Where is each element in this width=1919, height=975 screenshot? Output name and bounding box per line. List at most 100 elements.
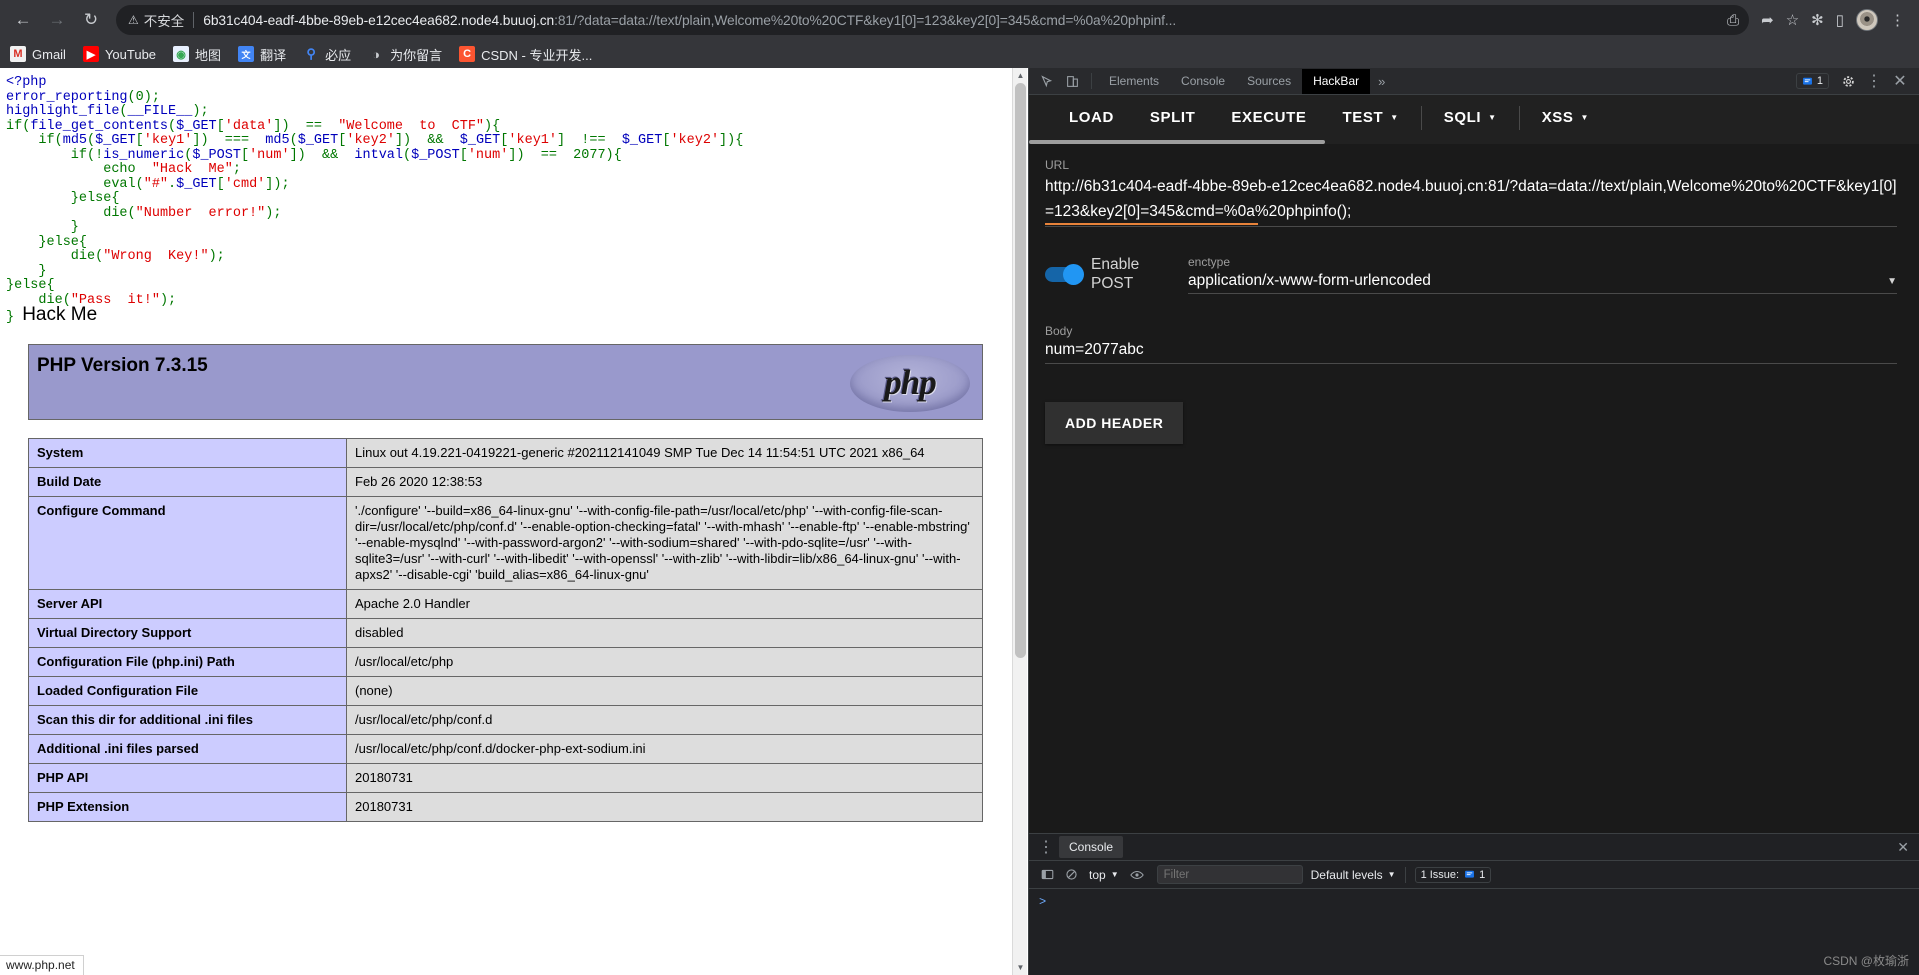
php-token: $_GET	[176, 118, 217, 134]
three-dot-menu-icon[interactable]: ⋮	[1033, 835, 1059, 859]
php-token: ]) == 2077){	[508, 147, 622, 163]
hackbar-test-button[interactable]: TEST ▼	[1324, 95, 1416, 140]
clear-console-icon[interactable]	[1059, 864, 1083, 886]
php-source-line: die("Pass it!");	[6, 293, 1012, 309]
share-icon[interactable]: ➦	[1761, 11, 1774, 29]
bookmark-bing[interactable]: ⚲ 必应	[303, 45, 351, 64]
php-token: is_numeric	[103, 147, 185, 163]
scrollbar-thumb[interactable]	[1015, 83, 1026, 658]
hackbar-split-button[interactable]: SPLIT	[1132, 95, 1214, 140]
gear-icon[interactable]	[1835, 69, 1861, 93]
add-header-button[interactable]: ADD HEADER	[1045, 402, 1184, 444]
table-row: PHP API 20180731	[28, 762, 983, 793]
chevron-down-icon: ▼	[1488, 113, 1497, 122]
hackbar-execute-button[interactable]: EXECUTE	[1213, 95, 1324, 140]
php-token: (	[403, 147, 412, 163]
chevron-down-icon: ▼	[1387, 870, 1396, 879]
bookmark-label: YouTube	[104, 46, 157, 62]
phpinfo-value: './configure' '--build=x86_64-linux-gnu'…	[346, 495, 983, 590]
tab-elements[interactable]: Elements	[1098, 69, 1170, 94]
php-token: "Hack Me"	[151, 162, 233, 177]
phpinfo-key: Additional .ini files parsed	[28, 733, 347, 764]
php-version-title: PHP Version 7.3.15	[37, 354, 208, 376]
status-bubble: www.php.net	[0, 955, 84, 975]
omnibox-divider	[193, 12, 195, 28]
php-token: ])	[394, 133, 428, 148]
phpinfo-value: 20180731	[346, 762, 983, 793]
php-echo-output: Hack Me	[22, 304, 98, 325]
star-icon[interactable]: ☆	[1786, 11, 1799, 29]
enable-post-toggle[interactable]: Enable POST	[1045, 255, 1180, 293]
page-scrollbar[interactable]: ▲ ▼	[1012, 68, 1027, 975]
puzzle-piece-icon[interactable]: ✻	[1811, 11, 1824, 29]
issues-chip[interactable]: 1	[1795, 73, 1829, 89]
phpinfo-value: Linux out 4.19.221-0419221-generic #2021…	[346, 437, 983, 468]
bookmark-gmail[interactable]: M Gmail	[10, 46, 66, 62]
hackbar-xss-button[interactable]: XSS ▼	[1524, 95, 1607, 140]
address-bar[interactable]: ⚠ 不安全 6b31c404-eadf-4bbe-89eb-e12cec4ea6…	[116, 5, 1750, 35]
php-token: 'data'	[224, 118, 274, 134]
bookmark-csdn[interactable]: C CSDN - 专业开发...	[459, 45, 592, 64]
three-dot-menu-icon[interactable]: ⋮	[1861, 69, 1887, 93]
php-token: $_POST	[192, 147, 241, 163]
php-token: $_GET	[459, 133, 501, 148]
live-expression-icon[interactable]	[1125, 864, 1149, 886]
device-toolbar-icon[interactable]	[1059, 69, 1085, 93]
scroll-down-arrow-icon[interactable]: ▼	[1013, 960, 1028, 975]
execution-context-selector[interactable]: top ▼	[1083, 868, 1125, 882]
php-token: (	[87, 133, 96, 148]
chevron-double-right-icon[interactable]: »	[1370, 74, 1393, 89]
php-token: }	[6, 310, 23, 325]
drawer-tab-console[interactable]: Console	[1059, 836, 1124, 858]
forward-arrow-icon[interactable]: →	[42, 5, 72, 35]
scroll-up-arrow-icon[interactable]: ▲	[1013, 68, 1028, 83]
three-dot-menu-icon[interactable]: ⋮	[1890, 11, 1905, 29]
hackbar-load-button[interactable]: LOAD	[1051, 95, 1132, 140]
console-sidebar-icon[interactable]	[1035, 864, 1059, 886]
body-field: Body num=2077abc	[1045, 324, 1897, 364]
table-row: Server API Apache 2.0 Handler	[28, 588, 983, 619]
button-label: LOAD	[1069, 109, 1114, 126]
php-token: &&	[321, 147, 339, 163]
side-panel-icon[interactable]: ▯	[1836, 11, 1844, 29]
table-row: Loaded Configuration File (none)	[28, 675, 983, 706]
log-levels-selector[interactable]: Default levels ▼	[1311, 868, 1396, 882]
body-input[interactable]: num=2077abc	[1045, 341, 1897, 364]
url-input[interactable]: http://6b31c404-eadf-4bbe-89eb-e12cec4ea…	[1045, 175, 1897, 227]
enctype-selected-value: application/x-www-form-urlencoded	[1188, 272, 1431, 289]
console-issues-chip[interactable]: 1 Issue: 1	[1414, 866, 1492, 883]
phpinfo-key: Configure Command	[28, 495, 347, 590]
back-arrow-icon[interactable]: ←	[8, 5, 38, 35]
hackbar-sqli-button[interactable]: SQLI ▼	[1426, 95, 1515, 140]
context-label: top	[1089, 867, 1106, 882]
translate-icon[interactable]: ⎙	[1727, 12, 1739, 29]
console-output[interactable]: >	[1029, 889, 1919, 975]
phpinfo-key: Loaded Configuration File	[28, 675, 347, 706]
close-icon[interactable]: ✕	[1887, 69, 1913, 93]
close-icon[interactable]: ✕	[1887, 839, 1919, 856]
php-token: ;	[232, 162, 241, 177]
bookmark-message[interactable]: ◑ 为你留言	[368, 45, 442, 64]
phpinfo-output: PHP Version 7.3.15 php System Linux out 4…	[28, 343, 983, 822]
tab-sources[interactable]: Sources	[1236, 69, 1302, 94]
tab-console[interactable]: Console	[1170, 69, 1236, 94]
php-source-line: die("Number error!");	[6, 205, 1012, 222]
phpinfo-key: Configuration File (php.ini) Path	[28, 646, 347, 677]
enctype-select[interactable]: application/x-www-form-urlencoded ▼	[1188, 272, 1897, 294]
address-bar-url[interactable]: 6b31c404-eadf-4bbe-89eb-e12cec4ea682.nod…	[203, 13, 1718, 28]
table-row: Scan this dir for additional .ini files /…	[28, 704, 983, 735]
bookmark-maps[interactable]: ◉ 地图	[173, 45, 221, 64]
reload-icon[interactable]: ↻	[76, 5, 106, 35]
bookmark-youtube[interactable]: ▶ YouTube	[82, 46, 157, 62]
inspect-element-icon[interactable]	[1033, 69, 1059, 93]
enable-post-label: Enable POST	[1091, 256, 1140, 292]
tab-hackbar[interactable]: HackBar	[1302, 68, 1371, 94]
user-avatar[interactable]	[1856, 9, 1878, 31]
post-settings-row: Enable POST enctype application/x-www-fo…	[1045, 255, 1897, 294]
toggle-switch[interactable]	[1045, 263, 1084, 285]
console-filter-input[interactable]	[1156, 865, 1303, 884]
table-row: Build Date Feb 26 2020 12:38:53	[28, 466, 983, 497]
enctype-field: enctype application/x-www-form-urlencode…	[1188, 255, 1897, 294]
php-token: (	[127, 205, 136, 221]
bookmark-translate[interactable]: 文 翻译	[238, 45, 286, 64]
